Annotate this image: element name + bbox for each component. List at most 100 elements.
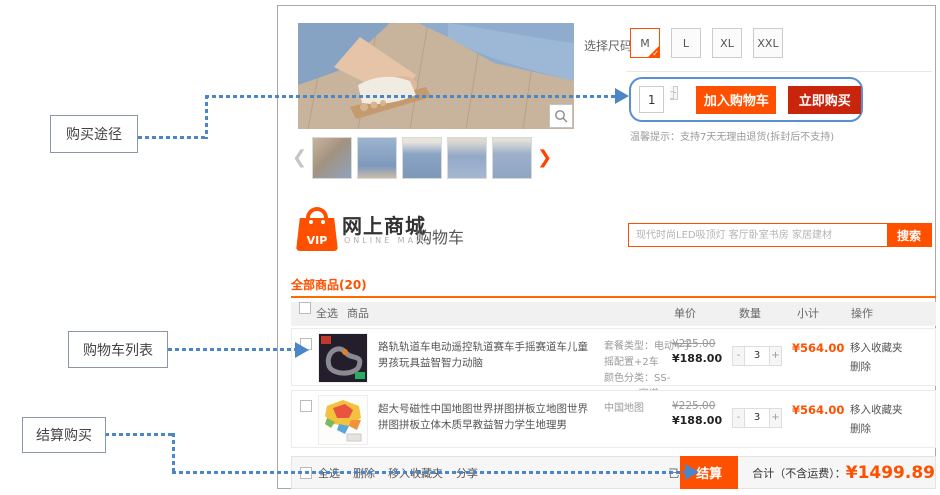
column-actions: 操作: [851, 302, 873, 326]
track-toy-image: [319, 334, 367, 382]
quantity-input[interactable]: 1: [639, 86, 664, 113]
buy-now-button[interactable]: 立即购买: [788, 86, 861, 114]
thumbnail-carousel: ❮ ❯: [292, 136, 588, 180]
annotation-cart-list: 购物车列表: [68, 331, 168, 368]
product-thumbnail[interactable]: [357, 137, 397, 179]
carousel-prev-icon[interactable]: ❮: [292, 137, 307, 179]
size-option-label: L: [683, 37, 689, 50]
page-title: 购物车: [416, 224, 464, 248]
annotation-connector: [168, 348, 296, 351]
product-thumbnail[interactable]: [318, 395, 368, 445]
annotation-connector: [172, 433, 175, 474]
magnifier-icon: [554, 109, 568, 123]
cart-table-header: 全选 商品 单价 数量 小计 操作: [291, 302, 936, 326]
row-quantity-stepper: - 3 +: [732, 346, 782, 366]
product-thumbnail[interactable]: [312, 137, 352, 179]
section-divider: [626, 71, 932, 72]
cart-row-track-toy: 路轨轨道车电动遥控轨道赛车手摇赛道车儿童男孩玩具益智智力动脑 套餐类型：电动+手…: [291, 328, 936, 386]
check-icon: ✓: [652, 49, 659, 58]
product-thumbnail[interactable]: [318, 333, 368, 383]
annotation-arrow-icon: [685, 464, 699, 480]
total-label: 合计（不含运费）：: [752, 465, 846, 481]
product-main-image[interactable]: [298, 23, 574, 129]
return-policy-tip: 温馨提示：支持7天无理由退货(拆封后不支持): [630, 128, 834, 143]
size-options: M ✓ L XL XXL: [630, 28, 783, 58]
size-label: 选择尺码:: [584, 37, 636, 54]
quantity-increase-button[interactable]: +: [769, 346, 782, 366]
annotation-arrow-icon: [615, 88, 629, 104]
column-price: 单价: [674, 302, 696, 326]
size-option-xxl[interactable]: XXL: [753, 28, 783, 58]
current-price: ¥188.00: [672, 352, 722, 365]
row-subtotal: ¥564.00: [792, 403, 844, 417]
cart-row-china-map: 超大号磁性中国地图世界拼图拼板立地图世界拼图拼板立体木质早教益智力学生地理男 中…: [291, 390, 936, 448]
product-title[interactable]: 超大号磁性中国地图世界拼图拼板立地图世界拼图拼板立体木质早教益智力学生地理男: [378, 401, 596, 434]
move-to-favorites-link[interactable]: 移入收藏夹: [850, 339, 903, 358]
footer-summary: 已选商品 6 件 合计（不含运费）： ¥1499.89 结算: [668, 463, 935, 483]
bag-eye: [321, 220, 325, 224]
carousel-next-icon[interactable]: ❯: [537, 137, 552, 179]
product-title[interactable]: 路轨轨道车电动遥控轨道赛车手摇赛道车儿童男孩玩具益智智力动脑: [378, 339, 596, 372]
row-quantity-stepper: - 3 +: [732, 408, 782, 428]
annotation-purchase-path: 购买途径: [50, 115, 138, 153]
tab-underline: [291, 296, 936, 298]
total-value: ¥1499.89: [846, 463, 935, 483]
quantity-increase-button[interactable]: +: [769, 408, 782, 428]
size-option-label: XL: [720, 37, 734, 50]
screenshot-panel: ❮ ❯ 选择尺码: M ✓ L XL XXL 1 + - 加入购物车 立即购买 …: [277, 5, 936, 489]
quantity-decrease-button[interactable]: -: [732, 408, 745, 428]
product-thumbnail[interactable]: [447, 137, 487, 179]
annotation-arrow-icon: [295, 342, 309, 358]
unit-price: ¥225.00 ¥188.00: [672, 400, 722, 427]
brand-name: 网上商城: [342, 210, 426, 239]
size-option-l[interactable]: L: [671, 28, 701, 58]
quantity-decrease-button[interactable]: -: [732, 346, 745, 366]
row-actions: 移入收藏夹 删除: [850, 339, 903, 377]
quantity-decrease-button[interactable]: -: [670, 86, 674, 99]
column-quantity: 数量: [739, 302, 761, 326]
delete-link[interactable]: 删除: [850, 420, 903, 439]
size-option-label: XXL: [757, 37, 778, 50]
shop-logo-bag-icon[interactable]: VIP: [296, 207, 338, 251]
row-subtotal: ¥564.00: [792, 341, 844, 355]
column-subtotal: 小计: [797, 302, 819, 326]
search-input[interactable]: [629, 224, 887, 246]
move-to-favorites-link[interactable]: 移入收藏夹: [850, 401, 903, 420]
size-option-m[interactable]: M ✓: [630, 28, 660, 58]
zoom-button[interactable]: [549, 104, 573, 128]
annotation-connector: [205, 95, 615, 98]
current-price: ¥188.00: [672, 414, 722, 427]
bag-eye: [309, 220, 313, 224]
column-product: 商品: [347, 302, 369, 326]
map-puzzle-image: [319, 396, 367, 444]
size-option-xl[interactable]: XL: [712, 28, 742, 58]
product-thumbnail[interactable]: [492, 137, 532, 179]
quantity-value[interactable]: 3: [745, 408, 769, 428]
select-all-checkbox[interactable]: [299, 302, 311, 314]
product-thumbnail[interactable]: [402, 137, 442, 179]
original-price: ¥225.00: [672, 338, 722, 350]
annotation-connector: [105, 433, 175, 436]
row-checkbox[interactable]: [300, 400, 312, 412]
delete-link[interactable]: 删除: [850, 358, 903, 377]
annotation-label: 结算购买: [36, 425, 92, 445]
tab-all-products[interactable]: 全部商品(20): [291, 276, 367, 293]
column-select-all[interactable]: 全选: [316, 302, 338, 326]
search-button[interactable]: 搜索: [887, 224, 931, 246]
annotation-label: 购买途径: [66, 124, 122, 144]
quantity-value[interactable]: 3: [745, 346, 769, 366]
annotation-label: 购物车列表: [83, 340, 153, 360]
annotation-connector: [138, 136, 208, 139]
buy-actions-highlight: 1 + - 加入购物车 立即购买: [629, 77, 863, 122]
row-actions: 移入收藏夹 删除: [850, 401, 903, 439]
original-price: ¥225.00: [672, 400, 722, 412]
search-bar: 搜索: [628, 223, 932, 247]
annotation-connector: [205, 95, 208, 139]
product-photo-illustration: [298, 23, 574, 129]
quantity-stepper: + -: [670, 86, 682, 113]
add-to-cart-button[interactable]: 加入购物车: [696, 86, 776, 114]
unit-price: ¥225.00 ¥188.00: [672, 338, 722, 365]
logo-vip-badge: VIP: [296, 234, 338, 247]
annotation-connector: [172, 471, 685, 474]
annotation-checkout: 结算购买: [22, 417, 106, 453]
